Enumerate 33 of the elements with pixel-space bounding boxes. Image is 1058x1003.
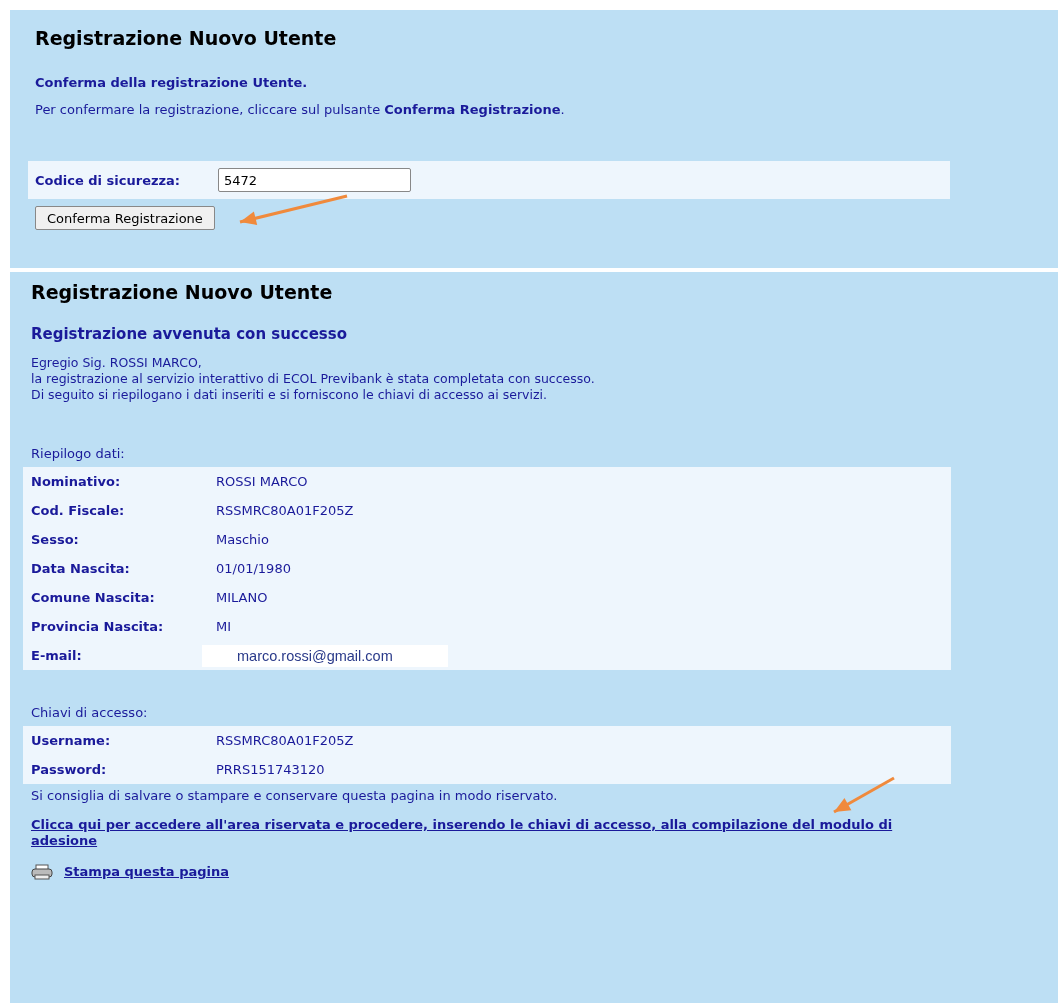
security-code-field[interactable]: 5472 [218, 168, 411, 192]
field-label: Nominativo: [23, 467, 208, 496]
section-subtitle: Conferma della registrazione Utente. [35, 75, 309, 90]
advice-text: Si consiglia di salvare o stampare e conservare questa pagina in modo riservato. [31, 788, 559, 803]
field-label: Username: [23, 726, 208, 755]
field-value: MILANO [208, 583, 951, 612]
field-value: MI [208, 612, 951, 641]
arrow [833, 776, 895, 814]
instruction-text: Per confermare la registrazione, cliccare sul pulsante Conferma Registrazione. [35, 102, 566, 117]
field-label: Data Nascita: [23, 554, 208, 583]
field-value: RSSMRC80A01F205Z [208, 726, 951, 755]
field-label: Provincia Nascita: [23, 612, 208, 641]
section-subtitle: Registrazione avvenuta con successo [31, 325, 349, 343]
print-link[interactable]: Stampa questa pagina [64, 864, 229, 880]
field-value: marco.rossi@gmail.com [202, 644, 448, 667]
field-value: RSSMRC80A01F205Z [208, 496, 951, 525]
field-label: Comune Nascita: [23, 583, 208, 612]
section-label: Riepilogo dati: [31, 446, 126, 461]
reserved-area-link[interactable]: Clicca qui per accedere all'area riservata e procedere, inserendo le chiavi di accesso, alla compilazione del modulo di adesione [31, 817, 911, 849]
field-value: Maschio [208, 525, 951, 554]
field-value: PRRS151743120 [208, 755, 951, 784]
confirm-button[interactable]: Conferma Registrazione [35, 206, 215, 230]
section-label: Chiavi di accesso: [31, 705, 149, 720]
field-label: Sesso: [23, 525, 208, 554]
field-label: Cod. Fiscale: [23, 496, 208, 525]
field-label: Password: [23, 755, 208, 784]
page-title: Registrazione Nuovo Utente [31, 281, 334, 303]
printer-icon [31, 864, 53, 880]
field-value: 01/01/1980 [208, 554, 951, 583]
message-text: Egregio Sig. ROSSI MARCO, la registrazione al servizio interattivo di ECOL Previbank è stata completata con successo. Di seguito si riepilogano i dati inseriti e si forniscono le chiavi di accesso ai servizi. [31, 355, 596, 403]
field-label: Codice di sicurezza: [35, 172, 182, 188]
page-title: Registrazione Nuovo Utente [35, 27, 338, 49]
field-value: ROSSI MARCO [208, 467, 951, 496]
